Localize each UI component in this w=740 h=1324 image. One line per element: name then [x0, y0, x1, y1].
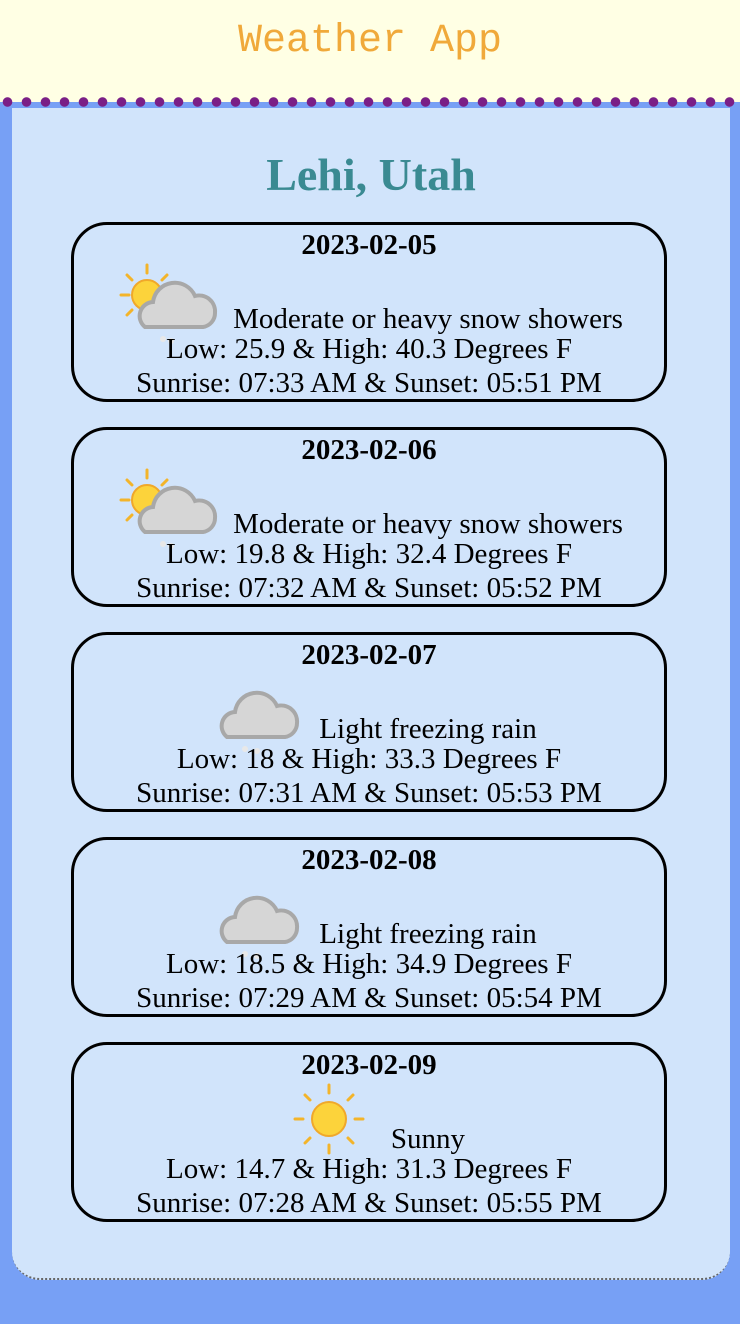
forecast-sun-times: Sunrise: 07:29 AM & Sunset: 05:54 PM — [136, 982, 602, 1014]
forecast-condition: Moderate or heavy snow showers — [233, 508, 623, 540]
forecast-sun-times: Sunrise: 07:31 AM & Sunset: 05:53 PM — [136, 777, 602, 809]
forecast-card: 2023-02-08 Light freezing rain Low: 18.5… — [71, 837, 667, 1017]
forecast-card: 2023-02-06 Moderate or heavy snow shower… — [71, 427, 667, 607]
forecast-card: 2023-02-07 Light freezing rain Low: 18 &… — [71, 632, 667, 812]
location-title: Lehi, Utah — [266, 149, 476, 200]
app-header: Weather App — [0, 0, 740, 102]
forecast-sun-times: Sunrise: 07:32 AM & Sunset: 05:52 PM — [136, 572, 602, 604]
forecast-date: 2023-02-07 — [301, 639, 437, 671]
forecast-card: 2023-02-05 Moderate or heavy snow shower… — [71, 222, 667, 402]
dotted-divider — [0, 96, 740, 108]
forecast-condition: Light freezing rain — [319, 918, 537, 950]
forecast-temperatures: Low: 18.5 & High: 34.9 Degrees F — [166, 948, 572, 980]
forecast-date: 2023-02-08 — [301, 844, 437, 876]
forecast-date: 2023-02-06 — [301, 434, 437, 466]
app-title: Weather App — [237, 19, 503, 64]
forecast-temperatures: Low: 18 & High: 33.3 Degrees F — [176, 743, 562, 775]
forecast-date: 2023-02-05 — [301, 229, 437, 261]
cloud-freezing-rain-icon — [201, 671, 313, 754]
partly-cloudy-snow-icon — [115, 466, 227, 549]
forecast-condition: Light freezing rain — [319, 713, 537, 745]
forecast-temperatures: Low: 19.8 & High: 32.4 Degrees F — [166, 538, 572, 570]
partly-cloudy-snow-icon — [115, 261, 227, 344]
forecast-temperatures: Low: 14.7 & High: 31.3 Degrees F — [166, 1153, 572, 1185]
forecast-card: 2023-02-09 Sunny Low: 14.7 & High: 31.3 … — [71, 1042, 667, 1222]
sun-icon — [273, 1081, 385, 1157]
forecast-condition: Moderate or heavy snow showers — [233, 303, 623, 335]
forecast-panel: Lehi, Utah 2023-02-05 Moderate or heavy … — [12, 108, 730, 1280]
forecast-date: 2023-02-09 — [301, 1049, 437, 1081]
forecast-temperatures: Low: 25.9 & High: 40.3 Degrees F — [166, 333, 572, 365]
forecast-sun-times: Sunrise: 07:28 AM & Sunset: 05:55 PM — [136, 1187, 602, 1219]
cloud-freezing-rain-icon — [201, 876, 313, 959]
forecast-condition: Sunny — [390, 1123, 466, 1155]
forecast-sun-times: Sunrise: 07:33 AM & Sunset: 05:51 PM — [136, 367, 602, 399]
